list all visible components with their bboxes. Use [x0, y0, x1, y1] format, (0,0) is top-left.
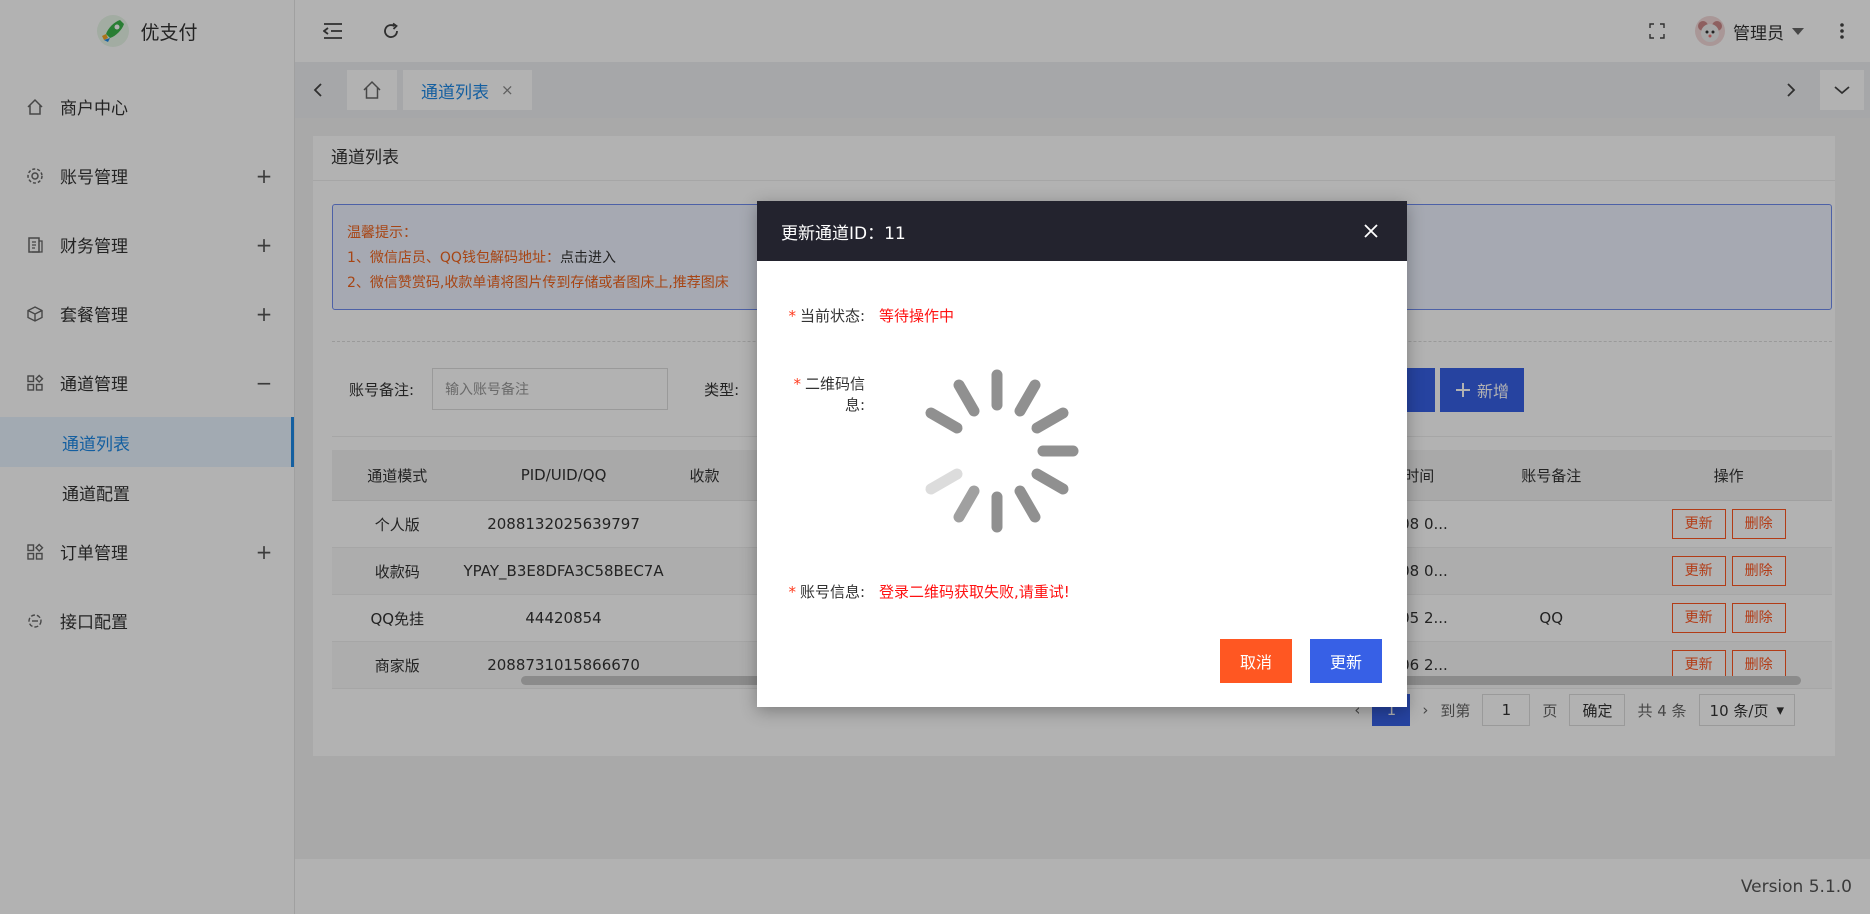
- status-row: * 当前状态: 等待操作中: [781, 305, 954, 326]
- account-value: 登录二维码获取失败,请重试!: [879, 583, 1070, 601]
- dialog-title: 更新通道ID：11: [781, 223, 906, 244]
- required-mark: *: [788, 583, 796, 601]
- update-button[interactable]: 更新: [1310, 639, 1382, 683]
- status-value: 等待操作中: [879, 307, 955, 325]
- qr-row: * 二维码信息:: [781, 373, 865, 415]
- qr-label: 二维码信息:: [804, 375, 865, 414]
- loading-spinner-icon: [925, 369, 1079, 533]
- dialog-header: 更新通道ID：11: [757, 201, 1407, 261]
- account-label: 账号信息:: [799, 583, 865, 601]
- required-mark: *: [788, 307, 796, 325]
- update-channel-dialog: 更新通道ID：11 * 当前状态: 等待操作中 * 二维码信息: * 账号信息: 登录…: [757, 201, 1407, 707]
- status-label: 当前状态:: [799, 307, 865, 325]
- cancel-button[interactable]: 取消: [1220, 639, 1292, 683]
- close-icon[interactable]: [1359, 219, 1383, 243]
- account-row: * 账号信息: 登录二维码获取失败,请重试!: [781, 581, 1070, 602]
- required-mark: *: [793, 375, 801, 393]
